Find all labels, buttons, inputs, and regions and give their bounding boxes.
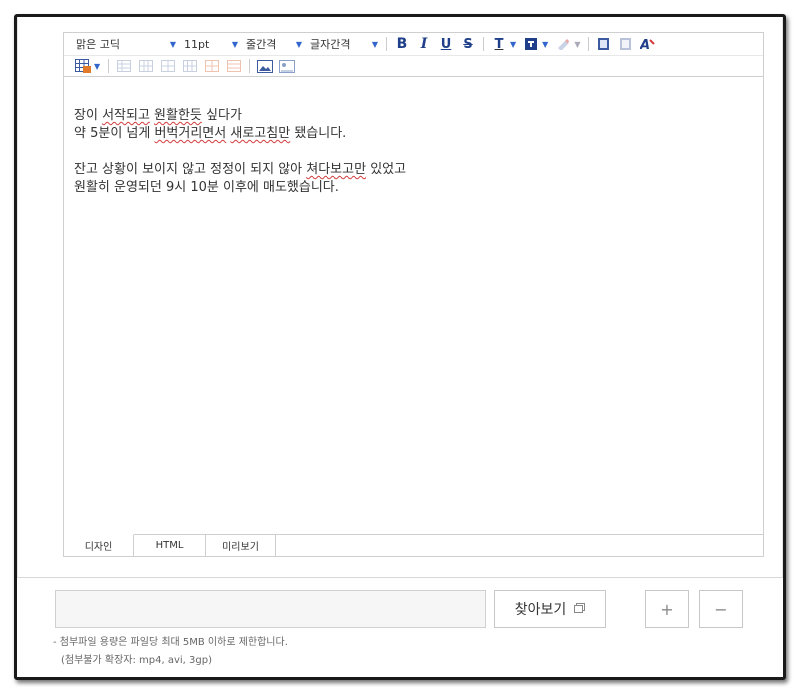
rich-text-editor: 맑은 고딕 ▼ 11pt ▼ 줄간격 ▼ 글자간격 ▼ B I U S T ▼ … bbox=[63, 32, 764, 557]
background-color-icon[interactable] bbox=[522, 36, 540, 52]
browse-button-label: 찾아보기 bbox=[514, 602, 567, 618]
svg-text:A: A bbox=[640, 38, 650, 51]
text-span: 싶다가 bbox=[201, 108, 242, 123]
font-family-select[interactable]: 맑은 고딕 ▼ bbox=[72, 35, 180, 53]
font-size-value: 11pt bbox=[184, 37, 210, 51]
editor-panel: 맑은 고딕 ▼ 11pt ▼ 줄간격 ▼ 글자간격 ▼ B I U S T ▼ … bbox=[17, 17, 783, 577]
file-path-field[interactable] bbox=[55, 590, 486, 628]
content-line-3: 잔고 상황이 보이지 않고 정정이 되지 않아 쳐다보고만 있었고 bbox=[74, 161, 753, 179]
letter-spacing-label: 글자간격 bbox=[310, 38, 351, 51]
paste-text-icon[interactable] bbox=[617, 36, 635, 52]
editor-window-frame: 맑은 고딕 ▼ 11pt ▼ 줄간격 ▼ 글자간격 ▼ B I U S T ▼ … bbox=[14, 14, 786, 680]
tab-preview[interactable]: 미리보기 bbox=[206, 535, 276, 556]
italic-button[interactable]: I bbox=[413, 35, 435, 53]
paste-icon[interactable] bbox=[595, 36, 613, 52]
clear-format-icon[interactable]: A bbox=[639, 36, 657, 52]
formatting-toolbar: 맑은 고딕 ▼ 11pt ▼ 줄간격 ▼ 글자간격 ▼ B I U S T ▼ … bbox=[64, 33, 763, 55]
table-cell-color-icon[interactable] bbox=[203, 58, 221, 74]
underline-button[interactable]: U bbox=[435, 35, 457, 53]
table-split-icon[interactable] bbox=[181, 58, 199, 74]
chevron-down-icon[interactable]: ▼ bbox=[574, 40, 580, 49]
chevron-down-icon[interactable]: ▼ bbox=[94, 62, 100, 71]
toolbar-divider bbox=[386, 37, 387, 51]
toolbar-divider bbox=[588, 37, 590, 51]
line-spacing-label: 줄간격 bbox=[246, 38, 277, 51]
table-delete-icon[interactable] bbox=[225, 58, 243, 74]
attachment-area: 찾아보기 + − - 첨부파일 용량은 파일당 최대 5MB 이하로 제한합니다… bbox=[17, 577, 783, 677]
letter-spacing-select[interactable]: 글자간격 ▼ bbox=[306, 35, 382, 53]
image-insert-icon[interactable] bbox=[256, 58, 274, 74]
bold-button[interactable]: B bbox=[391, 35, 413, 53]
table-col-icon[interactable] bbox=[137, 58, 155, 74]
content-line-2: 약 5분이 넘게 버벅거리면서 새로고침만 됐습니다. bbox=[74, 125, 753, 143]
editor-mode-tabs: 디자인 HTML 미리보기 bbox=[64, 534, 763, 556]
tab-html[interactable]: HTML bbox=[134, 535, 206, 556]
text-span: 됐습니다. bbox=[290, 126, 347, 141]
text-color-button[interactable]: T bbox=[488, 35, 510, 53]
text-span: 약 5분이 넘게 bbox=[74, 126, 155, 141]
font-size-select[interactable]: 11pt ▼ bbox=[180, 35, 242, 53]
browse-button[interactable]: 찾아보기 bbox=[494, 590, 606, 628]
misspelled-word: 서작되고 bbox=[102, 108, 150, 123]
content-line-1: 장이 서작되고 원활한듯 싶다가 bbox=[74, 107, 753, 125]
misspelled-word: 쳐다보고만 bbox=[306, 162, 367, 177]
text-span: 있었고 bbox=[366, 162, 407, 177]
chevron-down-icon: ▼ bbox=[169, 39, 176, 49]
misspelled-word: 원활한듯 bbox=[154, 108, 202, 123]
chevron-down-icon[interactable]: ▼ bbox=[542, 40, 548, 49]
toolbar-divider bbox=[108, 59, 110, 73]
media-insert-icon[interactable] bbox=[278, 58, 296, 74]
toolbar-divider bbox=[249, 59, 251, 73]
add-file-button[interactable]: + bbox=[645, 590, 689, 628]
table-insert-icon[interactable] bbox=[74, 58, 92, 74]
text-span: 장이 bbox=[74, 108, 103, 123]
strikethrough-button[interactable]: S bbox=[457, 35, 479, 53]
attachment-ext-note: (첨부불가 확장자: mp4, avi, 3gp) bbox=[61, 655, 212, 666]
table-row-icon[interactable] bbox=[115, 58, 133, 74]
chevron-down-icon: ▼ bbox=[231, 39, 238, 49]
chevron-down-icon: ▼ bbox=[371, 39, 378, 49]
toolbar-divider bbox=[483, 37, 484, 51]
chevron-down-icon: ▼ bbox=[295, 39, 302, 49]
text-span: 잔고 상황이 보이지 않고 정정이 되지 않아 bbox=[74, 162, 307, 177]
content-line-4: 원활히 운영되던 9시 10분 이후에 매도했습니다. bbox=[74, 180, 339, 195]
attachment-size-note: - 첨부파일 용량은 파일당 최대 5MB 이하로 제한합니다. bbox=[53, 637, 288, 648]
line-spacing-select[interactable]: 줄간격 ▼ bbox=[242, 35, 306, 53]
misspelled-word: 새로고침만 bbox=[230, 126, 291, 141]
remove-file-button[interactable]: − bbox=[699, 590, 743, 628]
font-family-value: 맑은 고딕 bbox=[76, 38, 120, 51]
highlighter-icon[interactable] bbox=[554, 36, 572, 52]
chevron-down-icon[interactable]: ▼ bbox=[510, 40, 516, 49]
tab-design[interactable]: 디자인 bbox=[64, 534, 134, 556]
misspelled-word: 버벅거리면서 bbox=[154, 126, 227, 141]
insert-toolbar: ▼ bbox=[64, 55, 763, 77]
table-merge-icon[interactable] bbox=[159, 58, 177, 74]
editor-content[interactable]: 장이 서작되고 원활한듯 싶다가 약 5분이 넘게 버벅거리면서 새로고침만 됐… bbox=[64, 77, 763, 534]
window-icon bbox=[574, 601, 586, 617]
